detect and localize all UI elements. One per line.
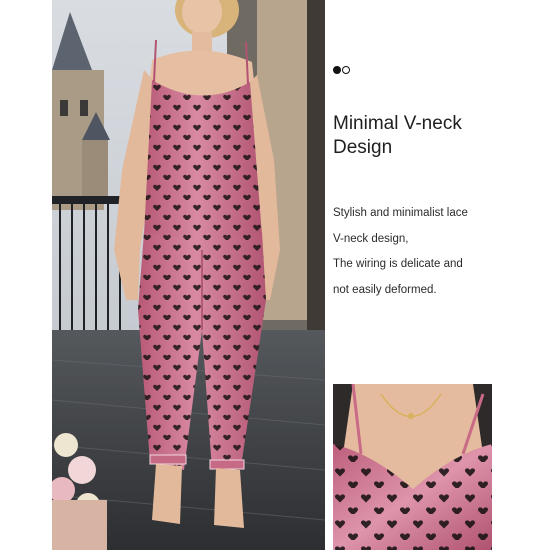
neckline-closeup-illustration	[333, 384, 492, 550]
model-illustration	[52, 0, 325, 550]
description-line: The wiring is delicate and	[333, 258, 463, 270]
feature-heading-line-1: Minimal V-neck	[333, 113, 462, 134]
carousel-dot-inactive-icon[interactable]	[342, 66, 350, 74]
feature-heading: Minimal V-neck Design	[333, 112, 533, 160]
description-line: V-neck design,	[333, 232, 409, 245]
carousel-dot-active-icon[interactable]	[333, 66, 341, 74]
neckline-detail-photo	[333, 384, 492, 550]
description-line: Stylish and minimalist lace	[333, 207, 468, 219]
carousel-indicator[interactable]	[333, 66, 350, 74]
feature-description: Stylish and minimalist lace V-neck desig…	[333, 201, 533, 303]
main-product-photo	[52, 0, 325, 550]
feature-heading-line-2: Design	[333, 137, 393, 158]
description-line: not easily deformed.	[333, 283, 437, 296]
